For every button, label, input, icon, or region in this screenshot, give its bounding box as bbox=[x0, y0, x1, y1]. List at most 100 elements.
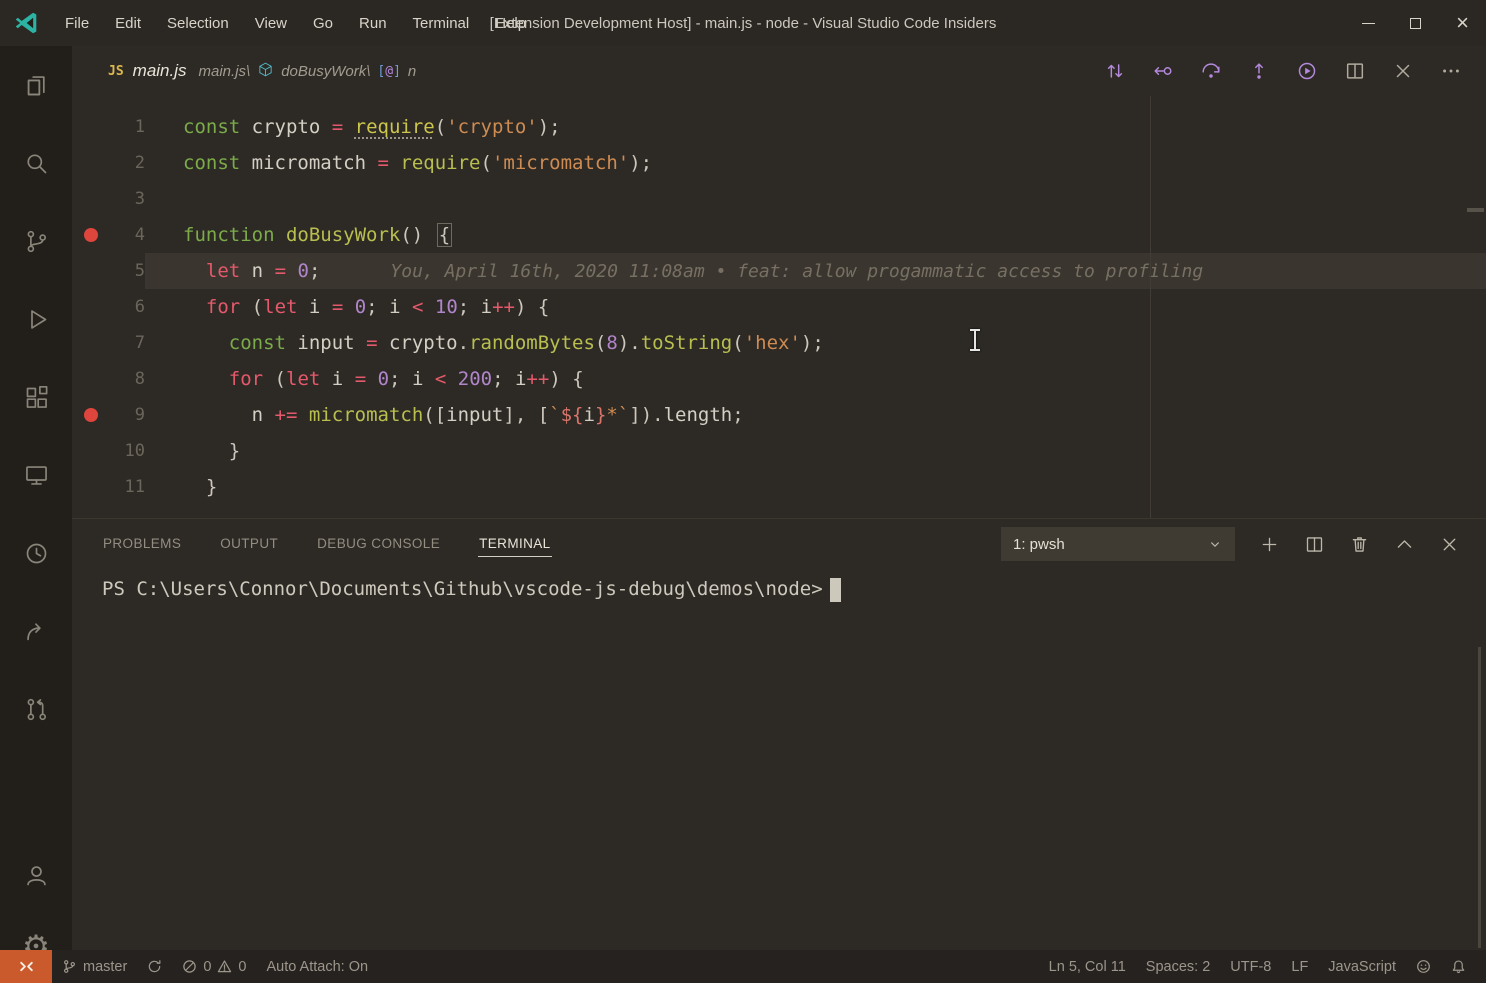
gutter[interactable]: 1 bbox=[72, 109, 145, 145]
menu-run[interactable]: Run bbox=[346, 0, 400, 46]
breakpoint-slot[interactable] bbox=[84, 300, 98, 314]
sync-button[interactable] bbox=[137, 950, 172, 983]
menubar: FileEditSelectionViewGoRunTerminalHelp bbox=[52, 0, 539, 46]
gutter[interactable]: 6 bbox=[72, 289, 145, 325]
menu-selection[interactable]: Selection bbox=[154, 0, 242, 46]
gutter[interactable]: 2 bbox=[72, 145, 145, 181]
activity-extensions[interactable] bbox=[0, 358, 72, 436]
terminal-scrollbar[interactable] bbox=[1478, 647, 1481, 948]
code-text[interactable]: for (let i = 0; i < 10; i++) { bbox=[145, 289, 1486, 325]
close-panel-button[interactable] bbox=[1439, 534, 1460, 555]
panel-tab-terminal[interactable]: TERMINAL bbox=[478, 531, 551, 557]
auto-attach-item[interactable]: Auto Attach: On bbox=[256, 950, 378, 983]
more-actions-icon[interactable] bbox=[1440, 60, 1462, 82]
split-editor-icon[interactable] bbox=[1344, 60, 1366, 82]
activity-live-share[interactable] bbox=[0, 592, 72, 670]
breakpoint-slot[interactable] bbox=[84, 444, 98, 458]
menu-terminal[interactable]: Terminal bbox=[400, 0, 483, 46]
panel-tab-debug-console[interactable]: DEBUG CONSOLE bbox=[316, 531, 441, 557]
code-token bbox=[343, 368, 354, 390]
activity-remote-explorer[interactable] bbox=[0, 436, 72, 514]
close-window-button[interactable]: × bbox=[1439, 0, 1486, 46]
breadcrumb-file[interactable]: main.js\ bbox=[199, 63, 251, 80]
new-terminal-button[interactable] bbox=[1259, 534, 1280, 555]
code-token bbox=[446, 368, 457, 390]
menu-edit[interactable]: Edit bbox=[102, 0, 154, 46]
eol-item[interactable]: LF bbox=[1281, 950, 1318, 983]
split-terminal-button[interactable] bbox=[1304, 534, 1325, 555]
breakpoint-slot[interactable] bbox=[84, 156, 98, 170]
activity-profile[interactable] bbox=[0, 514, 72, 592]
gutter[interactable]: 8 bbox=[72, 361, 145, 397]
encoding-item[interactable]: UTF-8 bbox=[1220, 950, 1281, 983]
gutter[interactable]: 10 bbox=[72, 433, 145, 469]
code-text[interactable]: let n = 0;You, April 16th, 2020 11:08am … bbox=[145, 253, 1486, 289]
gutter[interactable]: 3 bbox=[72, 181, 145, 217]
code-token bbox=[263, 368, 274, 390]
language-item[interactable]: JavaScript bbox=[1318, 950, 1406, 983]
breakpoint-slot[interactable] bbox=[84, 480, 98, 494]
gutter[interactable]: 4 bbox=[72, 217, 145, 253]
activity-search[interactable] bbox=[0, 124, 72, 202]
feedback-button[interactable] bbox=[1406, 950, 1441, 983]
breadcrumb-member[interactable]: n bbox=[408, 63, 416, 80]
gutter[interactable]: 5 bbox=[72, 253, 145, 289]
code-text[interactable]: } bbox=[145, 469, 1486, 505]
breakpoint[interactable] bbox=[84, 228, 98, 242]
terminal[interactable]: PS C:\Users\Connor\Documents\Github\vsco… bbox=[72, 570, 1486, 950]
step-back-icon[interactable] bbox=[1152, 60, 1174, 82]
maximize-panel-button[interactable] bbox=[1394, 534, 1415, 555]
breakpoint-slot[interactable] bbox=[84, 264, 98, 278]
menu-file[interactable]: File bbox=[52, 0, 102, 46]
activity-run-and-debug[interactable] bbox=[0, 280, 72, 358]
code-text[interactable]: const crypto = require('crypto'); bbox=[145, 109, 1486, 145]
breakpoint-slot[interactable] bbox=[84, 372, 98, 386]
code-text[interactable]: const micromatch = require('micromatch')… bbox=[145, 145, 1486, 181]
code-token bbox=[240, 116, 251, 138]
continue-icon[interactable] bbox=[1296, 60, 1318, 82]
code-editor[interactable]: 1const crypto = require('crypto');2const… bbox=[72, 96, 1486, 518]
tab-main-js[interactable]: JS main.js bbox=[108, 61, 187, 81]
step-out-icon[interactable] bbox=[1248, 60, 1270, 82]
gutter[interactable]: 9 bbox=[72, 397, 145, 433]
line-number: 9 bbox=[135, 405, 145, 425]
indentation-item[interactable]: Spaces: 2 bbox=[1136, 950, 1221, 983]
notifications-button[interactable] bbox=[1441, 950, 1476, 983]
code-text[interactable]: n += micromatch([input], [`${i}*`]).leng… bbox=[145, 397, 1486, 433]
code-text[interactable]: for (let i = 0; i < 200; i++) { bbox=[145, 361, 1486, 397]
gutter[interactable]: 11 bbox=[72, 469, 145, 505]
code-token bbox=[423, 224, 434, 246]
code-token: randomBytes bbox=[469, 332, 595, 354]
step-over-icon[interactable] bbox=[1200, 60, 1222, 82]
remote-indicator[interactable] bbox=[0, 950, 52, 983]
breakpoint[interactable] bbox=[84, 408, 98, 422]
branch-item[interactable]: master bbox=[52, 950, 137, 983]
maximize-button[interactable] bbox=[1392, 0, 1439, 46]
code-text[interactable]: const input = crypto.randomBytes(8).toSt… bbox=[145, 325, 1486, 361]
menu-view[interactable]: View bbox=[242, 0, 300, 46]
close-editor-icon[interactable] bbox=[1392, 60, 1414, 82]
code-token bbox=[378, 332, 389, 354]
breakpoint-slot[interactable] bbox=[84, 192, 98, 206]
minimize-button[interactable] bbox=[1345, 0, 1392, 46]
menu-go[interactable]: Go bbox=[300, 0, 346, 46]
breadcrumb-symbol[interactable]: doBusyWork\ bbox=[281, 63, 370, 80]
kill-terminal-button[interactable] bbox=[1349, 534, 1370, 555]
panel-tab-output[interactable]: OUTPUT bbox=[219, 531, 279, 557]
code-text[interactable]: } bbox=[145, 433, 1486, 469]
line-col-item[interactable]: Ln 5, Col 11 bbox=[1039, 950, 1136, 983]
activity-source-control[interactable] bbox=[0, 202, 72, 280]
compare-changes-icon[interactable] bbox=[1104, 60, 1126, 82]
code-text[interactable]: function doBusyWork() { bbox=[145, 217, 1486, 253]
activity-explorer[interactable] bbox=[0, 46, 72, 124]
breakpoint-slot[interactable] bbox=[84, 336, 98, 350]
gutter[interactable]: 7 bbox=[72, 325, 145, 361]
activity-github-pull-requests[interactable] bbox=[0, 670, 72, 748]
accounts-button[interactable] bbox=[0, 839, 72, 911]
terminal-shell-select[interactable]: 1: pwsh bbox=[1001, 527, 1235, 561]
code-token: 10 bbox=[435, 296, 458, 318]
code-text[interactable] bbox=[145, 181, 1486, 217]
breakpoint-slot[interactable] bbox=[84, 120, 98, 134]
panel-tab-problems[interactable]: PROBLEMS bbox=[102, 531, 182, 557]
problems-item[interactable]: 0 0 bbox=[172, 950, 256, 983]
